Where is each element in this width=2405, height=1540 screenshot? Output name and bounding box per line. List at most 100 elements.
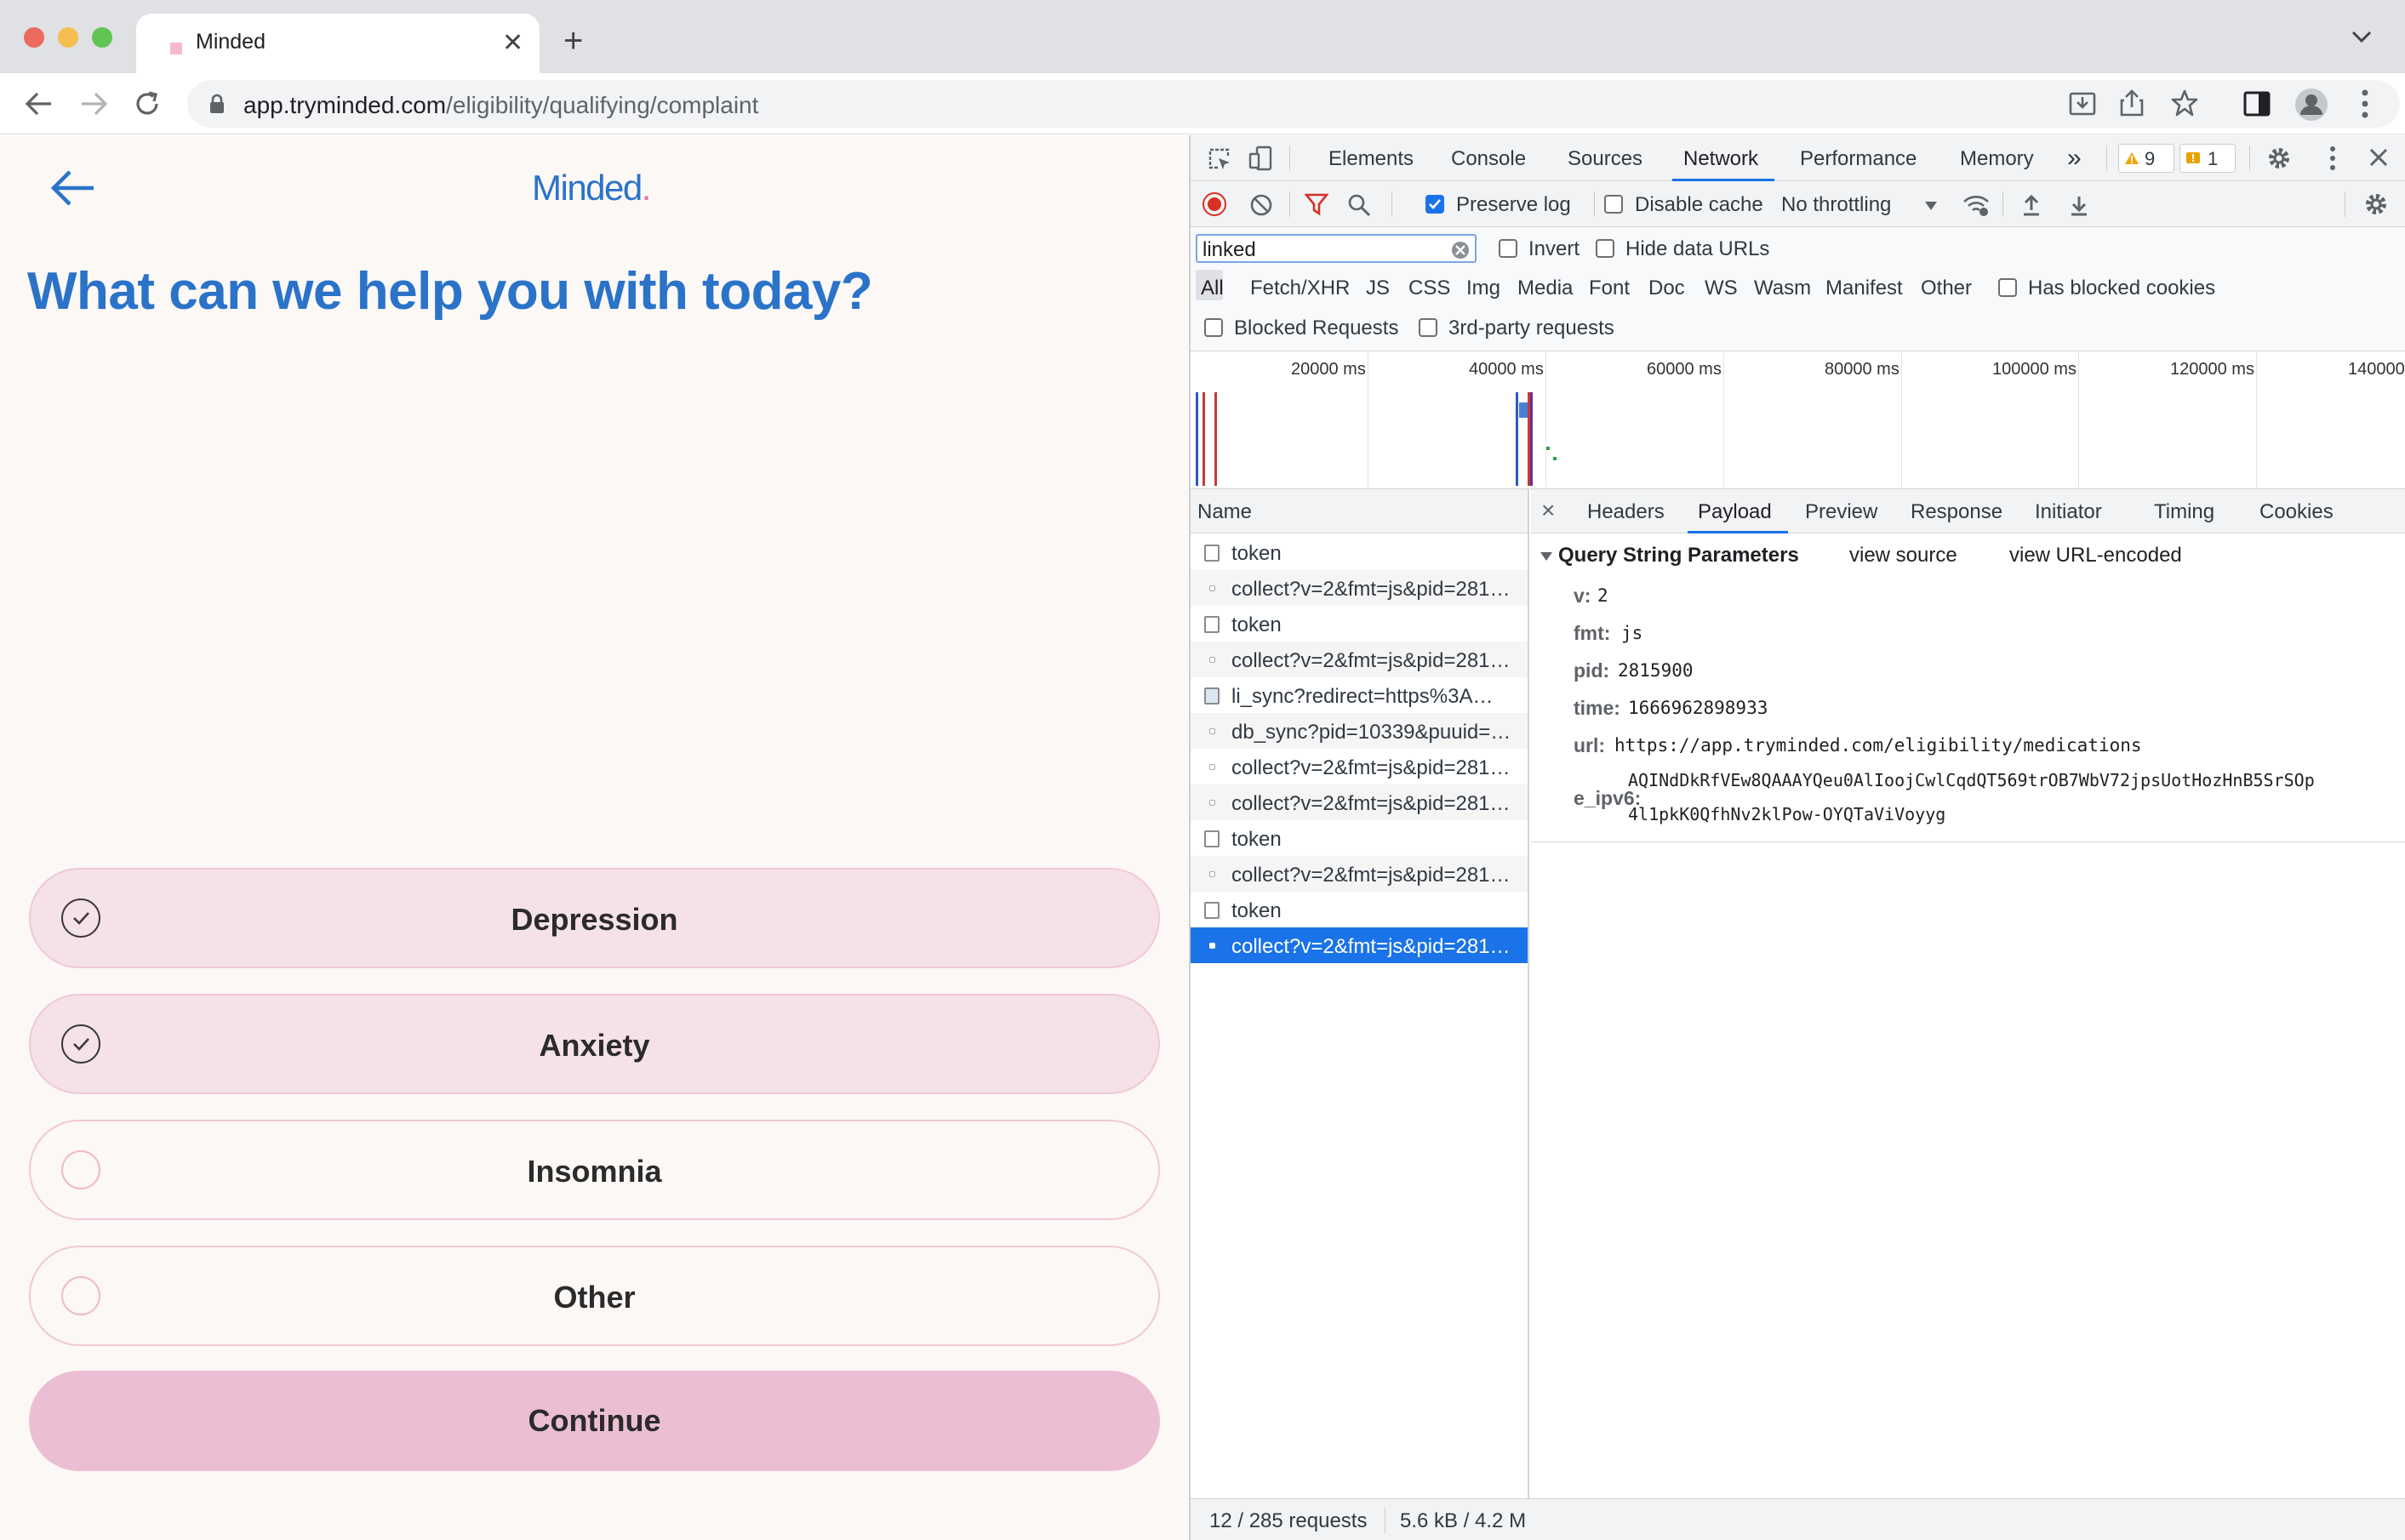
timeline-marker [1202, 392, 1205, 486]
share-icon[interactable] [2119, 88, 2145, 117]
filter-type-font[interactable]: Font [1589, 277, 1630, 300]
filter-type-ws[interactable]: WS [1705, 277, 1738, 300]
details-tabs: × Headers Payload Preview Response Initi… [1531, 489, 2405, 533]
detail-tab-preview[interactable]: Preview [1805, 500, 1877, 524]
browser-tab[interactable]: Minded ✕ [136, 14, 540, 73]
tab-close-icon[interactable]: ✕ [502, 31, 523, 56]
query-string-parameters-heading[interactable]: Query String Parameters [1558, 544, 1799, 568]
forward-icon[interactable] [80, 90, 109, 117]
address-bar[interactable]: app.tryminded.com/eligibility/qualifying… [187, 80, 2400, 128]
lock-icon[interactable] [209, 94, 225, 114]
hide-data-urls-checkbox[interactable] [1596, 239, 1614, 258]
filter-type-css[interactable]: CSS [1408, 277, 1450, 300]
option-other[interactable]: Other [29, 1246, 1160, 1346]
request-row[interactable]: db_sync?pid=10339&puuid=… [1191, 713, 1528, 749]
dropdown-caret-icon[interactable] [1924, 201, 1938, 211]
clear-icon[interactable] [1250, 194, 1272, 216]
reload-icon[interactable] [133, 89, 162, 118]
device-toolbar-icon[interactable] [1248, 145, 1274, 171]
request-row-selected[interactable]: collect?v=2&fmt=js&pid=281… [1191, 927, 1528, 963]
install-app-icon[interactable] [2068, 90, 2097, 117]
export-har-icon[interactable] [2069, 193, 2089, 217]
more-tabs-icon[interactable]: » [2067, 144, 2082, 173]
filter-type-all[interactable]: All [1201, 277, 1224, 300]
invert-checkbox[interactable] [1499, 239, 1517, 258]
request-row[interactable]: collect?v=2&fmt=js&pid=281… [1191, 570, 1528, 606]
back-arrow-icon[interactable] [49, 169, 95, 207]
tab-sources[interactable]: Sources [1568, 147, 1642, 171]
network-timeline-overview: 20000 ms 40000 ms 60000 ms 80000 ms 1000… [1191, 351, 2405, 489]
view-url-encoded-link[interactable]: view URL-encoded [2009, 544, 2182, 568]
request-row[interactable]: collect?v=2&fmt=js&pid=281… [1191, 784, 1528, 820]
detail-tab-cookies[interactable]: Cookies [2259, 500, 2334, 524]
new-tab-button[interactable]: + [563, 24, 583, 58]
detail-tab-initiator[interactable]: Initiator [2035, 500, 2102, 524]
tab-network[interactable]: Network [1683, 147, 1758, 171]
filter-type-wasm[interactable]: Wasm [1754, 277, 1811, 300]
disable-cache-checkbox[interactable] [1604, 195, 1623, 214]
side-panel-icon[interactable] [2243, 91, 2271, 117]
detail-tab-response[interactable]: Response [1911, 500, 2002, 524]
filter-type-other[interactable]: Other [1921, 277, 1972, 300]
detail-tab-timing[interactable]: Timing [2154, 500, 2214, 524]
filter-type-fetch-xhr[interactable]: Fetch/XHR [1250, 277, 1350, 300]
filter-type-media[interactable]: Media [1517, 277, 1573, 300]
request-row[interactable]: collect?v=2&fmt=js&pid=281… [1191, 749, 1528, 784]
request-row[interactable]: collect?v=2&fmt=js&pid=281… [1191, 856, 1528, 892]
warnings-badge[interactable]: 9 [2118, 144, 2174, 173]
blocked-requests-checkbox[interactable] [1204, 318, 1223, 337]
filter-type-manifest[interactable]: Manifest [1825, 277, 1903, 300]
filter-type-img[interactable]: Img [1466, 277, 1500, 300]
request-row[interactable]: token [1191, 892, 1528, 927]
option-depression[interactable]: Depression [29, 868, 1160, 968]
throttling-select[interactable]: No throttling [1781, 193, 1891, 217]
network-settings-gear-icon[interactable] [2363, 191, 2389, 217]
url-text[interactable]: app.tryminded.com/eligibility/qualifying… [243, 92, 758, 119]
continue-button[interactable]: Continue [29, 1371, 1160, 1471]
close-details-icon[interactable]: × [1541, 497, 1555, 524]
close-devtools-icon[interactable] [2368, 147, 2389, 168]
tab-elements[interactable]: Elements [1328, 147, 1414, 171]
request-row[interactable]: token [1191, 820, 1528, 856]
issues-badge[interactable]: 1 [2179, 144, 2236, 173]
filter-type-doc[interactable]: Doc [1648, 277, 1685, 300]
request-row[interactable]: token [1191, 606, 1528, 642]
option-anxiety[interactable]: Anxiety [29, 994, 1160, 1094]
clear-filter-icon[interactable] [1451, 241, 1470, 260]
request-row[interactable]: token [1191, 534, 1528, 570]
has-blocked-cookies-checkbox[interactable] [1998, 278, 2017, 297]
request-name: db_sync?pid=10339&puuid=… [1231, 721, 1511, 744]
document-icon [1204, 545, 1220, 562]
browser-menu-icon[interactable] [2361, 88, 2369, 119]
request-row[interactable]: collect?v=2&fmt=js&pid=281… [1191, 642, 1528, 677]
tab-search-chevron-icon[interactable] [2351, 29, 2373, 44]
tab-performance[interactable]: Performance [1800, 147, 1917, 171]
third-party-checkbox[interactable] [1419, 318, 1437, 337]
view-source-link[interactable]: view source [1849, 544, 1957, 568]
back-icon[interactable] [24, 90, 53, 117]
collapse-triangle-icon[interactable] [1540, 550, 1553, 562]
option-insomnia[interactable]: Insomnia [29, 1120, 1160, 1220]
tab-memory[interactable]: Memory [1960, 147, 2034, 171]
filter-type-js[interactable]: JS [1366, 277, 1390, 300]
filter-funnel-icon[interactable] [1305, 193, 1328, 215]
settings-gear-icon[interactable] [2266, 145, 2292, 171]
profile-avatar-icon[interactable] [2294, 88, 2328, 122]
detail-tab-payload[interactable]: Payload [1698, 500, 1772, 524]
minimize-window-button[interactable] [58, 27, 78, 48]
name-column-header[interactable]: Name [1197, 500, 1252, 524]
filter-input[interactable]: linked [1196, 234, 1477, 263]
close-window-button[interactable] [24, 27, 44, 48]
bookmark-star-icon[interactable] [2170, 88, 2199, 117]
import-har-icon[interactable] [2021, 193, 2042, 217]
record-button[interactable] [1202, 192, 1226, 216]
detail-tab-headers[interactable]: Headers [1587, 500, 1665, 524]
devtools-menu-icon[interactable] [2329, 145, 2336, 171]
preserve-log-checkbox[interactable] [1425, 195, 1444, 214]
maximize-window-button[interactable] [92, 27, 112, 48]
network-conditions-icon[interactable] [1962, 192, 1991, 218]
tab-console[interactable]: Console [1451, 147, 1526, 171]
request-row[interactable]: li_sync?redirect=https%3A… [1191, 677, 1528, 713]
inspect-element-icon[interactable] [1208, 147, 1231, 171]
search-icon[interactable] [1347, 193, 1371, 217]
